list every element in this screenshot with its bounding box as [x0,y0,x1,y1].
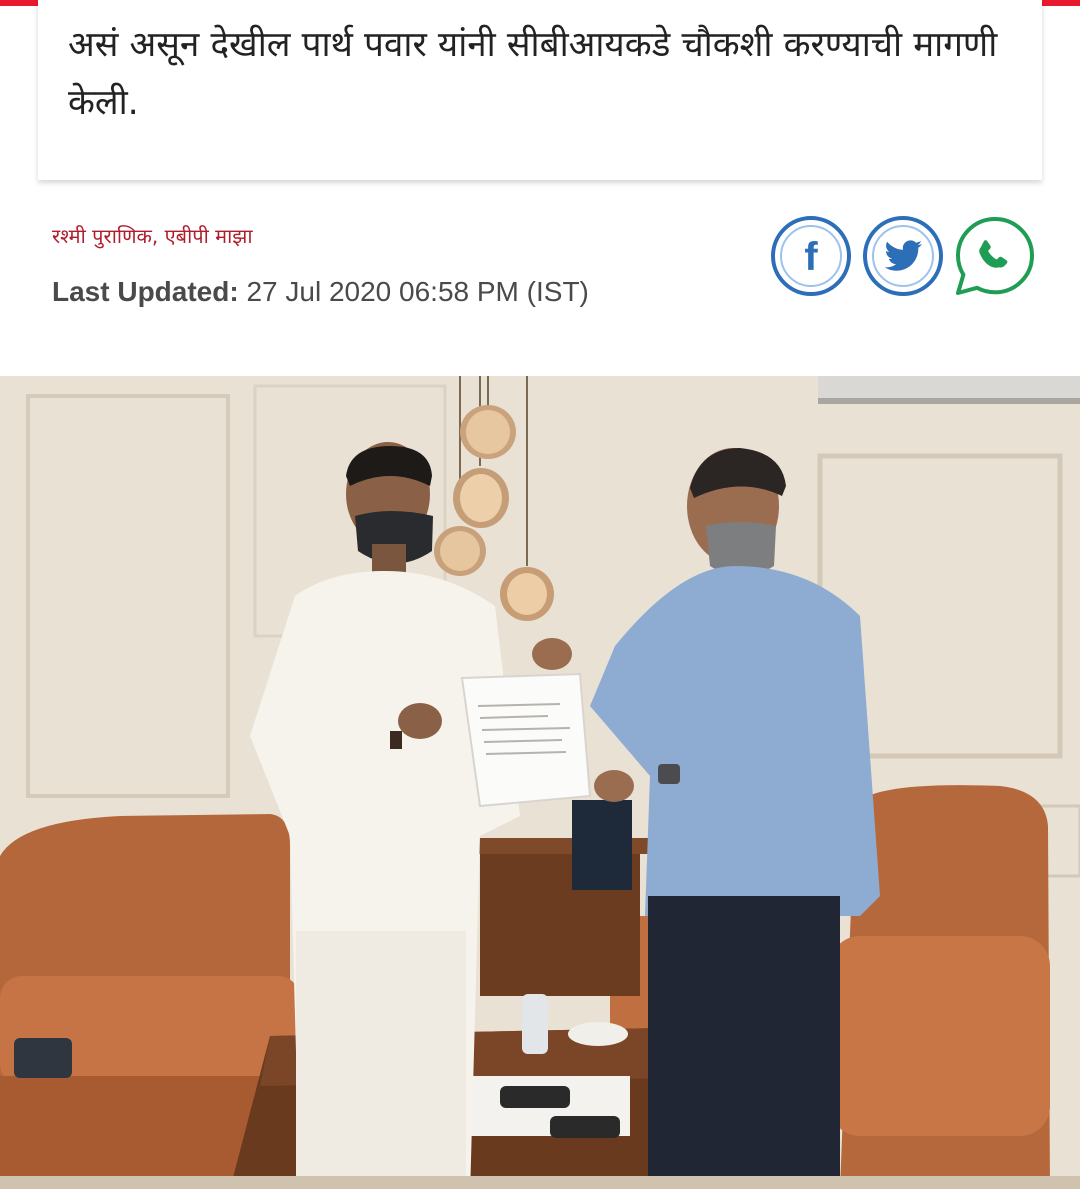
article-photo [0,376,1080,1189]
article-page: असं असून देखील पार्थ पवार यांनी सीबीआयकड… [0,0,1080,1189]
whatsapp-share-button[interactable] [954,215,1036,297]
last-updated-label: Last Updated: [52,276,239,307]
whatsapp-icon [956,217,1034,295]
twitter-share-button[interactable] [862,215,944,297]
svg-text:f: f [804,235,818,279]
last-updated-value: 27 Jul 2020 06:58 PM (IST) [246,276,589,307]
twitter-icon [863,216,943,296]
facebook-icon: f [771,216,851,296]
article-summary: असं असून देखील पार्थ पवार यांनी सीबीआयकड… [68,25,998,123]
share-buttons: f [770,215,1036,299]
facebook-share-button[interactable]: f [770,215,852,297]
summary-card: असं असून देखील पार्थ पवार यांनी सीबीआयकड… [38,0,1042,180]
photo-illustration [0,376,1080,1189]
author-byline[interactable]: रश्मी पुराणिक, एबीपी माझा [52,222,253,249]
last-updated: Last Updated: 27 Jul 2020 06:58 PM (IST) [52,276,589,308]
